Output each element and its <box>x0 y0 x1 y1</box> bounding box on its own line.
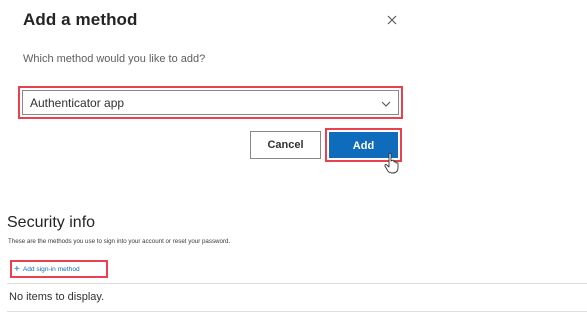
dialog-title: Add a method <box>23 10 138 29</box>
hand-cursor-icon <box>383 152 403 174</box>
divider <box>7 311 587 312</box>
divider <box>7 283 587 284</box>
method-prompt: Which method would you like to add? <box>23 53 206 65</box>
chevron-down-icon <box>380 97 392 109</box>
close-icon[interactable] <box>384 12 400 28</box>
add-sign-in-method-label: Add sign-in method <box>22 266 80 273</box>
plus-icon: + <box>14 264 20 275</box>
add-sign-in-method-button[interactable]: + Add sign-in method <box>14 263 80 275</box>
method-select-value: Authenticator app <box>30 96 125 110</box>
empty-state-text: No items to display. <box>9 291 105 303</box>
security-info-description: These are the methods you use to sign in… <box>8 238 231 245</box>
cancel-button[interactable]: Cancel <box>250 131 321 159</box>
security-info-panel: Security info These are the methods you … <box>0 203 587 314</box>
add-method-dialog: Add a method Which method would you like… <box>0 0 420 175</box>
method-select[interactable]: Authenticator app <box>22 90 399 115</box>
page-title: Security info <box>7 214 96 231</box>
